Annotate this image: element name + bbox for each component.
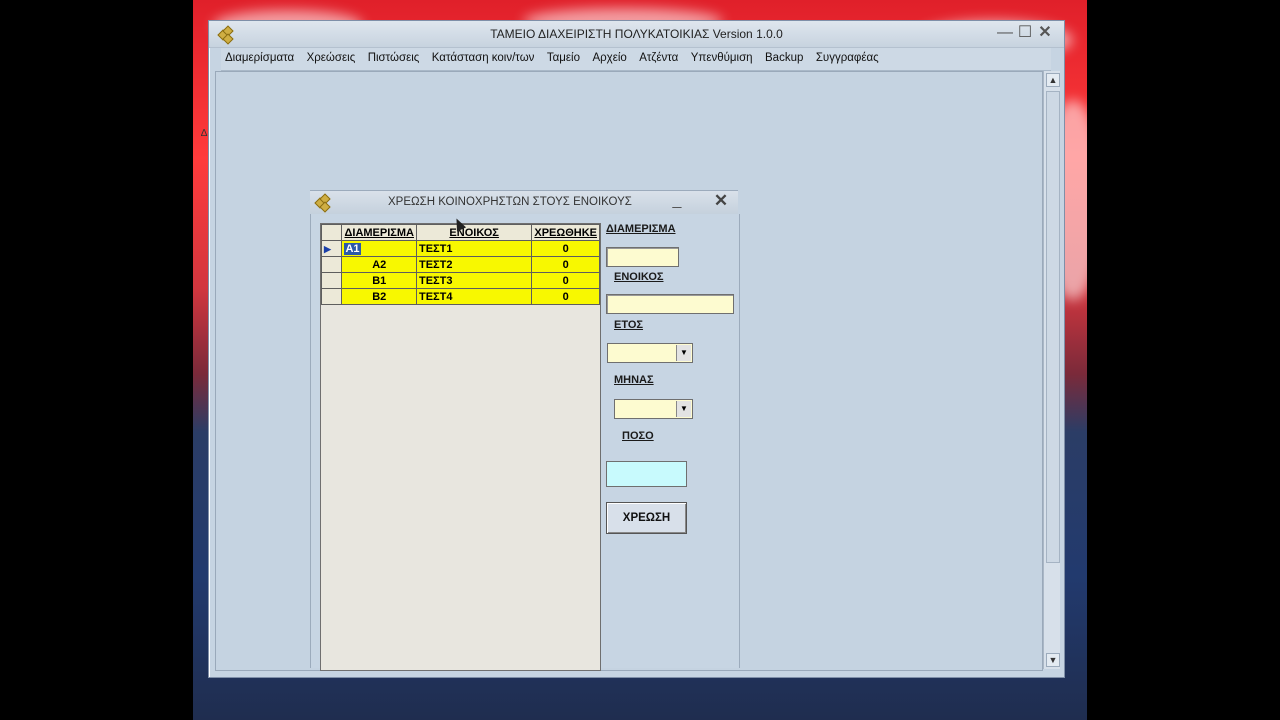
- cell-charged[interactable]: 0: [531, 272, 600, 289]
- cell-charged[interactable]: 0: [531, 288, 600, 305]
- cell-tenant[interactable]: ΤΕΣΤ2: [415, 256, 533, 273]
- menu-statement[interactable]: Κατάσταση κοιν/των: [428, 48, 539, 68]
- menu-credits[interactable]: Πιστώσεις: [364, 48, 424, 68]
- cell-charged[interactable]: 0: [531, 240, 600, 257]
- scroll-up-icon[interactable]: ▲: [1046, 73, 1060, 87]
- cell-charged[interactable]: 0: [531, 256, 600, 273]
- cell-apartment-value: A1: [344, 242, 361, 255]
- dialog-close-icon[interactable]: ✕: [712, 192, 730, 210]
- menu-reminder[interactable]: Υπενθύμιση: [687, 48, 757, 68]
- minimize-icon[interactable]: —: [996, 24, 1014, 42]
- row-selector[interactable]: [320, 256, 343, 273]
- cell-tenant[interactable]: ΤΕΣΤ4: [415, 288, 533, 305]
- chevron-down-icon[interactable]: ▼: [676, 401, 691, 417]
- chevron-down-icon[interactable]: ▼: [676, 345, 691, 361]
- apartment-label: ΔΙΑΜΕΡΙΣΜΑ: [606, 223, 676, 235]
- close-icon[interactable]: ✕: [1036, 24, 1054, 42]
- col-header-apartment[interactable]: ΔΙΑΜΕΡΙΣΜΑ: [341, 224, 417, 241]
- menu-charges[interactable]: Χρεώσεις: [303, 48, 360, 68]
- menu-apartments[interactable]: Διαμερίσματα: [221, 48, 298, 68]
- table-row[interactable]: ▶ A1 ΤΕΣΤ1 0: [320, 240, 600, 257]
- desktop-fragment: ∆: [201, 128, 208, 139]
- row-selector[interactable]: [320, 288, 343, 305]
- cell-apartment[interactable]: B2: [341, 288, 417, 305]
- amount-field[interactable]: [606, 461, 687, 487]
- cell-tenant[interactable]: ΤΕΣΤ1: [415, 240, 533, 257]
- tenant-field[interactable]: [606, 294, 734, 314]
- menu-backup[interactable]: Backup: [761, 48, 807, 68]
- menu-agenda[interactable]: Ατζέντα: [635, 48, 682, 68]
- menu-file[interactable]: Αρχείο: [588, 48, 630, 68]
- month-label: ΜΗΝΑΣ: [614, 374, 654, 386]
- row-selector-current[interactable]: ▶: [320, 240, 343, 257]
- table-row[interactable]: B2 ΤΕΣΤ4 0: [320, 288, 600, 305]
- dialog-title: ΧΡΕΩΣΗ ΚΟΙΝΟΧΡΗΣΤΩΝ ΣΤΟΥΣ ΕΝΟΙΚΟΥΣ: [388, 196, 632, 208]
- vertical-scrollbar[interactable]: ▲ ▼: [1043, 71, 1060, 669]
- amount-label: ΠΟΣΟ: [622, 430, 654, 442]
- dialog-titlebar[interactable]: ΧΡΕΩΣΗ ΚΟΙΝΟΧΡΗΣΤΩΝ ΣΤΟΥΣ ΕΝΟΙΚΟΥΣ _ ✕: [310, 190, 738, 215]
- menu-author[interactable]: Συγγραφέας: [812, 48, 883, 68]
- grid-corner: [320, 224, 343, 241]
- maximize-icon[interactable]: ☐: [1016, 24, 1034, 42]
- cell-apartment[interactable]: B1: [341, 272, 417, 289]
- menu-bar: Διαμερίσματα Χρεώσεις Πιστώσεις Κατάστασ…: [221, 48, 1051, 71]
- table-row[interactable]: A2 ΤΕΣΤ2 0: [320, 256, 600, 273]
- col-header-charged[interactable]: ΧΡΕΩΘΗΚΕ: [531, 224, 600, 241]
- table-row[interactable]: B1 ΤΕΣΤ3 0: [320, 272, 600, 289]
- main-window-title: ΤΑΜΕΙΟ ΔΙΑΧΕΙΡΙΣΤΗ ΠΟΛΥΚΑΤΟΙΚΙΑΣ Version…: [490, 27, 783, 41]
- menu-cashbox[interactable]: Ταμείο: [543, 48, 584, 68]
- dialog-minimize-icon[interactable]: _: [668, 192, 686, 210]
- charge-button[interactable]: ΧΡΕΩΣΗ: [606, 502, 687, 534]
- scroll-down-icon[interactable]: ▼: [1046, 653, 1060, 667]
- tenant-label: ΕΝΟΙΚΟΣ: [614, 271, 664, 283]
- cell-apartment[interactable]: A1: [341, 240, 417, 257]
- main-titlebar[interactable]: ΤΑΜΕΙΟ ΔΙΑΧΕΙΡΙΣΤΗ ΠΟΛΥΚΑΤΟΙΚΙΑΣ Version…: [209, 21, 1064, 48]
- tenants-grid[interactable]: ΔΙΑΜΕΡΙΣΜΑ ΕΝΟΙΚΟΣ ΧΡΕΩΘΗΚΕ ▶ A1 ΤΕΣΤ1 0…: [320, 223, 601, 671]
- year-select[interactable]: ▼: [607, 343, 693, 363]
- col-header-tenant[interactable]: ΕΝΟΙΚΟΣ: [415, 224, 533, 241]
- scrollbar-thumb[interactable]: [1046, 91, 1060, 563]
- apartment-field[interactable]: [606, 247, 679, 267]
- cell-tenant[interactable]: ΤΕΣΤ3: [415, 272, 533, 289]
- cell-apartment[interactable]: A2: [341, 256, 417, 273]
- row-selector[interactable]: [320, 272, 343, 289]
- dialog-app-icon: [314, 193, 331, 213]
- year-label: ΕΤΟΣ: [614, 319, 644, 331]
- month-select[interactable]: ▼: [614, 399, 693, 419]
